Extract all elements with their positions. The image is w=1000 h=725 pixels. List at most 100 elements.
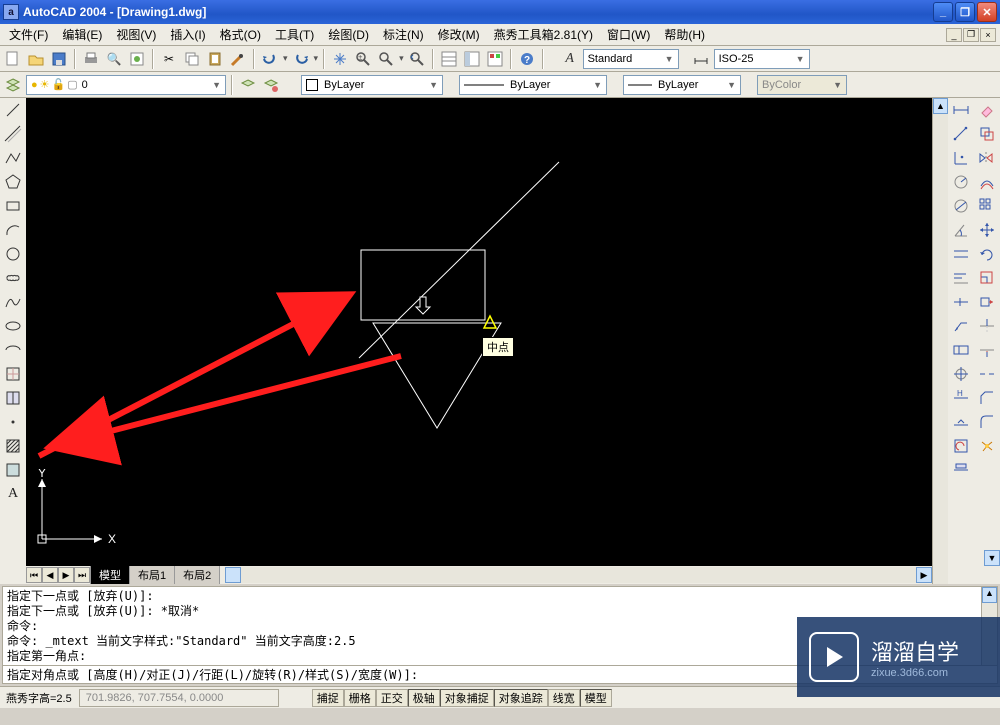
- break-icon[interactable]: [977, 364, 997, 384]
- mdi-restore-button[interactable]: ❐: [963, 28, 979, 42]
- toggle-polar[interactable]: 极轴: [408, 689, 440, 707]
- zoom-realtime-icon[interactable]: ±: [353, 49, 373, 69]
- design-center-icon[interactable]: [462, 49, 482, 69]
- dimcontinue-icon[interactable]: [951, 292, 971, 312]
- preview-icon[interactable]: 🔍: [104, 49, 124, 69]
- drawing-canvas[interactable]: 中点 X Y ⏮ ◀ ▶ ⏭ 模型 布局1 布局2 ▶: [26, 98, 932, 584]
- pline-icon[interactable]: [3, 148, 23, 168]
- ellipse-icon[interactable]: [3, 316, 23, 336]
- matchprop-icon[interactable]: [228, 49, 248, 69]
- menu-modify[interactable]: 修改(M): [433, 25, 485, 44]
- menu-yanxiu[interactable]: 燕秀工具箱2.81(Y): [489, 25, 598, 44]
- circle-icon[interactable]: [3, 244, 23, 264]
- dimradius-icon[interactable]: [951, 172, 971, 192]
- mdi-minimize-button[interactable]: _: [946, 28, 962, 42]
- dimstyle-dropdown[interactable]: ISO-25▼: [714, 49, 810, 69]
- vscroll-up-button[interactable]: ▲: [933, 98, 948, 114]
- tab-first-button[interactable]: ⏮: [26, 567, 42, 583]
- copy-obj-icon[interactable]: [977, 124, 997, 144]
- lineweight-dropdown[interactable]: ByLayer▼: [623, 75, 741, 95]
- scale-icon[interactable]: [977, 268, 997, 288]
- qdim-icon[interactable]: [951, 244, 971, 264]
- rectangle-icon[interactable]: [3, 196, 23, 216]
- arc-icon[interactable]: [3, 220, 23, 240]
- help-icon[interactable]: ?: [517, 49, 537, 69]
- dimstyle-icon[interactable]: [691, 49, 711, 69]
- undo-icon[interactable]: [260, 49, 280, 69]
- rotate-icon[interactable]: [977, 244, 997, 264]
- textstyle-icon[interactable]: A: [560, 49, 580, 69]
- move-icon[interactable]: [977, 220, 997, 240]
- ellipsearc-icon[interactable]: [3, 340, 23, 360]
- save-icon[interactable]: [49, 49, 69, 69]
- menu-file[interactable]: 文件(F): [4, 25, 53, 44]
- toggle-lwt[interactable]: 线宽: [548, 689, 580, 707]
- toggle-ortho[interactable]: 正交: [376, 689, 408, 707]
- vscroll-down-button[interactable]: ▼: [984, 550, 1000, 566]
- menu-dim[interactable]: 标注(N): [378, 25, 429, 44]
- redo-icon[interactable]: [291, 49, 311, 69]
- paste-icon[interactable]: [205, 49, 225, 69]
- dimstyle-palette-icon[interactable]: [951, 460, 971, 480]
- minimize-button[interactable]: _: [933, 2, 953, 22]
- dimlinear-icon[interactable]: [951, 100, 971, 120]
- toggle-snap[interactable]: 捕捉: [312, 689, 344, 707]
- explode-icon[interactable]: [977, 436, 997, 456]
- toggle-model[interactable]: 模型: [580, 689, 612, 707]
- zoom-prev-icon[interactable]: [407, 49, 427, 69]
- pan-icon[interactable]: [330, 49, 350, 69]
- block-icon[interactable]: [3, 388, 23, 408]
- dimangular-icon[interactable]: [951, 220, 971, 240]
- color-dropdown[interactable]: ByLayer▼: [301, 75, 443, 95]
- dimaligned-icon[interactable]: [951, 124, 971, 144]
- tab-prev-button[interactable]: ◀: [42, 567, 58, 583]
- cut-icon[interactable]: ✂: [159, 49, 179, 69]
- textstyle-dropdown[interactable]: Standard▼: [583, 49, 679, 69]
- dimordinate-icon[interactable]: [951, 148, 971, 168]
- spline-icon[interactable]: [3, 292, 23, 312]
- menu-help[interactable]: 帮助(H): [659, 25, 710, 44]
- linetype-dropdown[interactable]: ByLayer▼: [459, 75, 607, 95]
- tab-layout1[interactable]: 布局1: [129, 566, 175, 585]
- array-icon[interactable]: [977, 196, 997, 216]
- menu-tools[interactable]: 工具(T): [270, 25, 319, 44]
- horizontal-scrollbar[interactable]: ▶: [225, 567, 932, 583]
- toolpalette-icon[interactable]: [485, 49, 505, 69]
- print-icon[interactable]: [81, 49, 101, 69]
- toggle-osnap[interactable]: 对象捕捉: [440, 689, 494, 707]
- toggle-otrack[interactable]: 对象追踪: [494, 689, 548, 707]
- layer-dropdown[interactable]: ● ☀ 🔓 ▢ 0▼: [26, 75, 226, 95]
- hatch-icon[interactable]: [3, 436, 23, 456]
- layer-states-icon[interactable]: [261, 75, 281, 95]
- erase-icon[interactable]: [977, 100, 997, 120]
- chamfer-icon[interactable]: [977, 388, 997, 408]
- offset-icon[interactable]: [977, 172, 997, 192]
- hscroll-right-button[interactable]: ▶: [916, 567, 932, 583]
- plotstyle-dropdown[interactable]: ByColor▼: [757, 75, 847, 95]
- extend-icon[interactable]: [977, 340, 997, 360]
- maximize-button[interactable]: ❐: [955, 2, 975, 22]
- copy-icon[interactable]: [182, 49, 202, 69]
- xline-icon[interactable]: [3, 124, 23, 144]
- zoom-window-icon[interactable]: [376, 49, 396, 69]
- tab-next-button[interactable]: ▶: [58, 567, 74, 583]
- dimedit-icon[interactable]: H: [951, 388, 971, 408]
- menu-edit[interactable]: 编辑(E): [57, 25, 107, 44]
- dimupdate-icon[interactable]: [951, 436, 971, 456]
- point-icon[interactable]: [3, 412, 23, 432]
- open-icon[interactable]: [26, 49, 46, 69]
- hscroll-thumb[interactable]: [225, 567, 241, 583]
- publish-icon[interactable]: [127, 49, 147, 69]
- mdi-close-button[interactable]: ×: [980, 28, 996, 42]
- new-icon[interactable]: [3, 49, 23, 69]
- dimdiameter-icon[interactable]: [951, 196, 971, 216]
- close-button[interactable]: ✕: [977, 2, 997, 22]
- region-icon[interactable]: [3, 460, 23, 480]
- revcloud-icon[interactable]: [3, 268, 23, 288]
- tolerance-icon[interactable]: [951, 340, 971, 360]
- layer-manager-icon[interactable]: [3, 75, 23, 95]
- vertical-scrollbar[interactable]: ▲ ▼: [932, 98, 948, 584]
- properties-icon[interactable]: [439, 49, 459, 69]
- qleader-icon[interactable]: [951, 316, 971, 336]
- tab-model[interactable]: 模型: [90, 566, 130, 585]
